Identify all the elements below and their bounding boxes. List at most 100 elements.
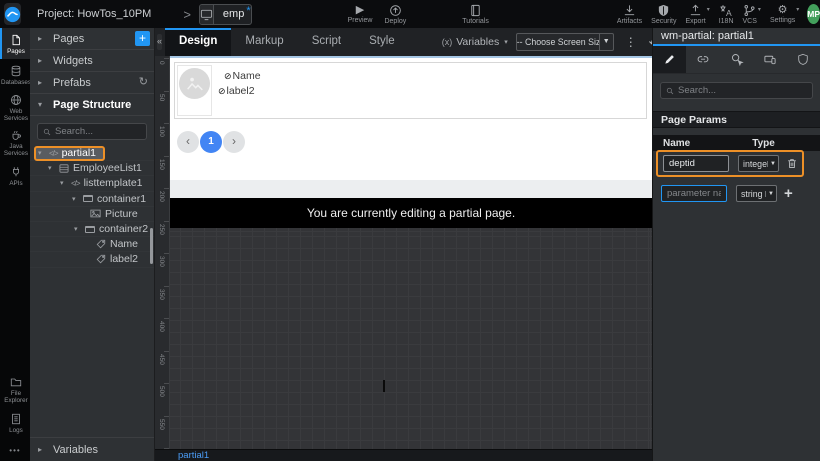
properties-search[interactable] — [660, 82, 813, 99]
tab-styles[interactable] — [686, 46, 719, 73]
sidebar-item-web-services[interactable]: Web Services — [0, 90, 30, 125]
api-plug-icon — [10, 166, 22, 178]
deploy-button[interactable]: Deploy — [384, 0, 406, 28]
caret-down-icon[interactable]: ▾ — [38, 149, 49, 157]
left-icon-sidebar: Pages Databases Web Services Java Servic… — [0, 28, 30, 461]
gear-icon: ⚙ — [778, 5, 788, 16]
vcs-button[interactable]: VCS ▾ — [743, 0, 761, 28]
pagination-current-page[interactable]: 1 — [200, 131, 222, 153]
collapse-left-panel-button[interactable]: « — [157, 34, 162, 50]
add-page-button[interactable]: + — [135, 31, 150, 46]
tab-script[interactable]: Script — [298, 28, 355, 56]
name-label-widget[interactable]: ⊘ Name — [224, 70, 261, 82]
partial-content-region[interactable]: ⊘ Name ⊘ label2 ‹ 1 › — [170, 56, 652, 180]
tree-item-listtemplate1[interactable]: ▾ </> listtemplate1 — [30, 176, 154, 191]
pagination-prev-button[interactable]: ‹ — [177, 131, 199, 153]
left-panel-scrollbar[interactable] — [150, 228, 153, 264]
logo-icon — [4, 6, 21, 23]
tab-markup[interactable]: Markup — [231, 28, 297, 56]
param-type-select[interactable]: intege ▼ — [738, 155, 779, 172]
tree-item-container1[interactable]: ▾ container1 — [30, 192, 154, 207]
sidebar-item-pages[interactable]: Pages — [0, 28, 30, 59]
ruler-tick-label: 300 — [158, 256, 165, 267]
tree-item-partial1[interactable]: ▾ </> partial1 — [30, 146, 154, 161]
tree-item-name[interactable]: Name — [30, 237, 154, 252]
search-icon — [43, 128, 51, 136]
caret-right-icon: ▸ — [38, 78, 46, 87]
open-file-tab[interactable]: emp* — [199, 4, 252, 25]
search-input[interactable] — [678, 85, 807, 96]
properties-panel-title: wm-partial: partial1 — [653, 28, 820, 46]
sidebar-item-file-explorer[interactable]: File Explorer — [0, 372, 30, 407]
artifacts-button[interactable]: Artifacts — [617, 0, 642, 28]
tab-style[interactable]: Style — [355, 28, 409, 56]
settings-button[interactable]: ⚙ Settings ▾ — [770, 0, 799, 28]
param-row-deptid: intege ▼ — [656, 150, 804, 177]
design-canvas[interactable]: ⊘ Name ⊘ label2 ‹ 1 › You are currently … — [170, 56, 652, 449]
sidebar-item-databases[interactable]: Databases — [0, 59, 30, 90]
tab-inspect[interactable] — [720, 46, 753, 73]
label-tag-icon — [96, 239, 106, 249]
param-row-new: string ▼ + — [656, 180, 817, 207]
section-header-widgets[interactable]: ▸ Widgets — [30, 50, 154, 72]
tab-security[interactable] — [787, 46, 820, 73]
more-options-button[interactable]: ⋮ — [625, 36, 637, 49]
user-avatar[interactable]: MP — [807, 4, 820, 24]
inspect-cursor-icon — [730, 53, 744, 66]
upload-icon — [689, 4, 702, 17]
new-param-type-select[interactable]: string ▼ — [736, 185, 777, 202]
tab-design[interactable]: Design — [165, 28, 231, 56]
export-button[interactable]: Export ▾ — [685, 0, 709, 28]
picture-widget[interactable] — [177, 65, 212, 116]
tab-devices[interactable] — [753, 46, 786, 73]
caret-down-icon[interactable]: ▾ — [74, 225, 85, 233]
tree-item-container2[interactable]: ▾ container2 — [30, 222, 154, 237]
new-param-name-input[interactable] — [661, 185, 727, 202]
code-icon: </> — [49, 149, 58, 158]
caret-down-icon[interactable]: ▾ — [72, 195, 83, 203]
search-input[interactable] — [55, 126, 141, 137]
breadcrumb-partial1[interactable]: partial1 — [178, 450, 209, 461]
chevron-down-icon: ▾ — [504, 38, 508, 46]
canvas-grid[interactable] — [170, 228, 652, 449]
caret-down-icon[interactable]: ▾ — [60, 179, 71, 187]
section-header-page-structure[interactable]: ▾ Page Structure — [30, 94, 154, 116]
i18n-button[interactable]: A I18N — [719, 0, 734, 28]
preview-button[interactable]: ▶ Preview — [348, 0, 373, 28]
sidebar-item-java-services[interactable]: Java Services — [0, 125, 30, 160]
tree-item-picture[interactable]: Picture — [30, 207, 154, 222]
variables-dropdown[interactable]: (x) Variables ▾ — [442, 36, 508, 48]
page-structure-search[interactable] — [37, 123, 147, 140]
param-name-input[interactable] — [663, 155, 729, 172]
refresh-icon[interactable]: ↻ — [139, 75, 148, 88]
tree-item-label2[interactable]: label2 — [30, 252, 154, 267]
play-icon: ▶ — [356, 5, 364, 16]
add-param-button[interactable]: + — [784, 187, 793, 201]
unsaved-dot: * — [246, 5, 250, 17]
container-icon — [83, 195, 93, 202]
ruler-tick-label: 550 — [158, 419, 165, 430]
sidebar-item-apis[interactable]: APIs — [0, 160, 30, 191]
screen-size-select[interactable]: -- Choose Screen Size -- ▼ — [516, 33, 614, 51]
section-header-pages[interactable]: ▸ Pages + — [30, 28, 154, 50]
tutorials-button[interactable]: Tutorials — [462, 0, 489, 28]
canvas-gray-strip — [170, 180, 652, 198]
tree-item-label: partial1 — [62, 147, 96, 159]
section-header-variables[interactable]: ▸ Variables — [30, 437, 154, 461]
delete-param-button[interactable] — [786, 157, 798, 170]
sidebar-overflow-button[interactable]: ••• — [0, 438, 30, 461]
tab-properties[interactable] — [653, 46, 686, 73]
ruler-tick-label: 100 — [158, 126, 165, 137]
pagination-next-button[interactable]: › — [223, 131, 245, 153]
label2-widget[interactable]: ⊘ label2 — [218, 85, 255, 97]
database-icon — [10, 65, 22, 77]
security-button[interactable]: Security — [651, 0, 676, 28]
wavemaker-logo[interactable] — [4, 3, 21, 25]
sidebar-item-logs[interactable]: Logs — [0, 407, 30, 438]
caret-down-icon[interactable]: ▾ — [48, 164, 59, 172]
tree-item-employeelist1[interactable]: ▾ EmployeeList1 — [30, 161, 154, 176]
tree-item-label: EmployeeList1 — [73, 162, 142, 174]
vertical-ruler: 050100150200250300350400450500550600 — [155, 56, 170, 449]
list-widget[interactable]: ⊘ Name ⊘ label2 — [174, 62, 647, 119]
section-header-prefabs[interactable]: ▸ Prefabs ↻ — [30, 72, 154, 94]
